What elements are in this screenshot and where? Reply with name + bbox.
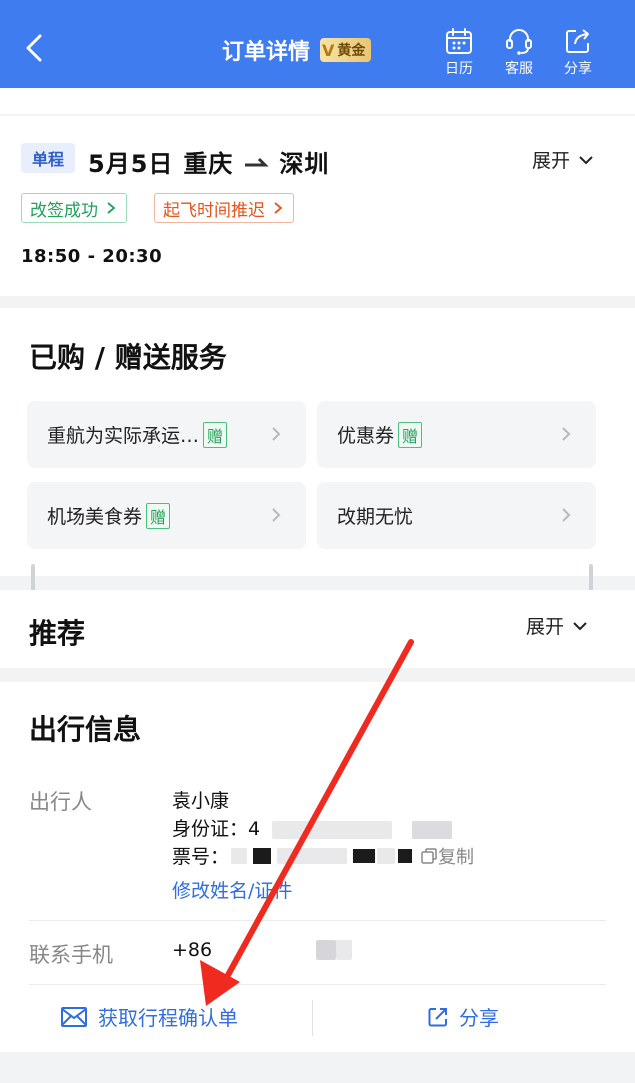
ticket-redaction	[353, 848, 376, 863]
service-item-airline-carrier[interactable]: 重航为实际承运… 赠	[27, 401, 306, 468]
recommend-expand-label: 展开	[526, 616, 565, 638]
service-item-reschedule-protection[interactable]: 改期无忧	[317, 482, 596, 549]
ticket-redaction	[377, 847, 396, 864]
delay-notice-chip[interactable]: 起飞时间推迟	[154, 193, 294, 223]
travel-info-title: 出行信息	[29, 713, 142, 746]
share-icon	[566, 29, 589, 53]
chevron-right-icon	[274, 202, 283, 214]
row-divider	[29, 920, 606, 921]
copy-ticket-button[interactable]: 复制	[420, 843, 474, 869]
back-arrow-icon	[26, 34, 42, 62]
reschedule-success-chip[interactable]: 改签成功	[21, 193, 127, 223]
share-itinerary-button[interactable]: 分享	[427, 1002, 499, 1031]
destination-city: 深圳	[279, 150, 330, 178]
service-item-airport-food-voucher[interactable]: 机场美食券 赠	[27, 482, 306, 549]
reschedule-success-label: 改签成功	[30, 200, 98, 221]
ticket-redaction	[253, 847, 272, 864]
phone-prefix: +86	[172, 939, 213, 961]
trip-type-tag: 单程	[21, 143, 75, 173]
chevron-right-icon	[272, 427, 281, 441]
chevron-right-icon	[562, 508, 571, 522]
back-button[interactable]	[14, 28, 54, 68]
service-item-label: 重航为实际承运…	[47, 425, 200, 447]
delay-notice-label: 起飞时间推迟	[163, 200, 265, 221]
id-number-row: 身份证：4	[172, 814, 453, 841]
bottom-button-separator	[312, 1000, 313, 1036]
row-divider	[29, 984, 606, 985]
chevron-down-icon	[579, 155, 593, 164]
id-value: 4	[248, 818, 261, 840]
origin-city: 重庆	[183, 150, 234, 178]
phone-label: 联系手机	[29, 943, 113, 967]
calendar-label: 日历	[445, 61, 473, 77]
get-itinerary-button[interactable]: 获取行程确认单	[60, 1002, 238, 1031]
chevron-right-icon	[272, 508, 281, 522]
service-item-label: 改期无忧	[337, 506, 414, 528]
copy-icon	[421, 847, 437, 864]
gift-tag: 赠	[146, 502, 171, 529]
service-item-label: 优惠券	[337, 425, 395, 447]
ticket-label: 票号：	[172, 846, 230, 868]
flight-expand-button[interactable]: 展开	[532, 146, 594, 173]
edit-name-id-link[interactable]: 修改姓名/证件	[172, 876, 292, 903]
chevron-right-icon	[107, 202, 116, 214]
flight-route: 5月5日 重庆 深圳	[88, 144, 329, 179]
calendar-button[interactable]: 日历	[434, 26, 484, 78]
copy-label: 复制	[438, 846, 475, 868]
id-redaction	[272, 820, 393, 839]
customer-service-button[interactable]: 客服	[494, 26, 544, 78]
title-group: 订单详情 V 黄金	[222, 34, 372, 66]
headset-icon	[506, 29, 532, 55]
recommend-expand-button[interactable]: 展开	[526, 612, 588, 639]
ticket-redaction	[231, 847, 248, 864]
flight-time-range: 18:50 - 20:30	[21, 246, 163, 267]
service-item-coupon[interactable]: 优惠券 赠	[317, 401, 596, 468]
header-share-button[interactable]: 分享	[553, 26, 603, 78]
share-itinerary-label: 分享	[459, 1006, 499, 1030]
get-itinerary-label: 获取行程确认单	[98, 1006, 238, 1030]
share-icon	[428, 1007, 447, 1026]
services-title: 已购 / 赠送服务	[29, 341, 227, 374]
ticket-number-row: 票号： 复制	[172, 842, 474, 869]
service-item-label: 机场美食券	[47, 506, 143, 528]
ticket-redaction	[277, 847, 348, 864]
calendar-icon	[446, 28, 472, 54]
share-label: 分享	[564, 61, 592, 77]
gold-member-badge: V 黄金	[320, 38, 372, 62]
route-arrow-icon	[243, 150, 270, 174]
gift-tag: 赠	[203, 421, 228, 448]
page-title: 订单详情	[222, 40, 311, 65]
mail-icon	[61, 1006, 87, 1027]
ticket-redaction	[398, 848, 413, 863]
traveler-name: 袁小康	[172, 790, 230, 812]
gift-tag: 赠	[398, 421, 423, 448]
header-spacer	[0, 88, 635, 114]
member-level-label: 黄金	[337, 43, 366, 59]
id-label: 身份证：	[172, 818, 249, 840]
phone-redaction	[336, 940, 353, 960]
flight-expand-label: 展开	[532, 150, 571, 172]
id-redaction	[412, 820, 453, 839]
chevron-down-icon	[573, 621, 587, 630]
traveler-label: 出行人	[29, 790, 92, 814]
recommend-title: 推荐	[29, 617, 86, 650]
phone-row: +86	[172, 939, 353, 961]
phone-redaction	[316, 940, 337, 960]
service-label: 客服	[505, 61, 533, 77]
flight-date: 5月5日	[88, 150, 174, 178]
top-navigation-bar: 订单详情 V 黄金 日历 客服 分享	[0, 0, 635, 88]
vip-v-icon: V	[322, 40, 335, 60]
chevron-right-icon	[562, 427, 571, 441]
